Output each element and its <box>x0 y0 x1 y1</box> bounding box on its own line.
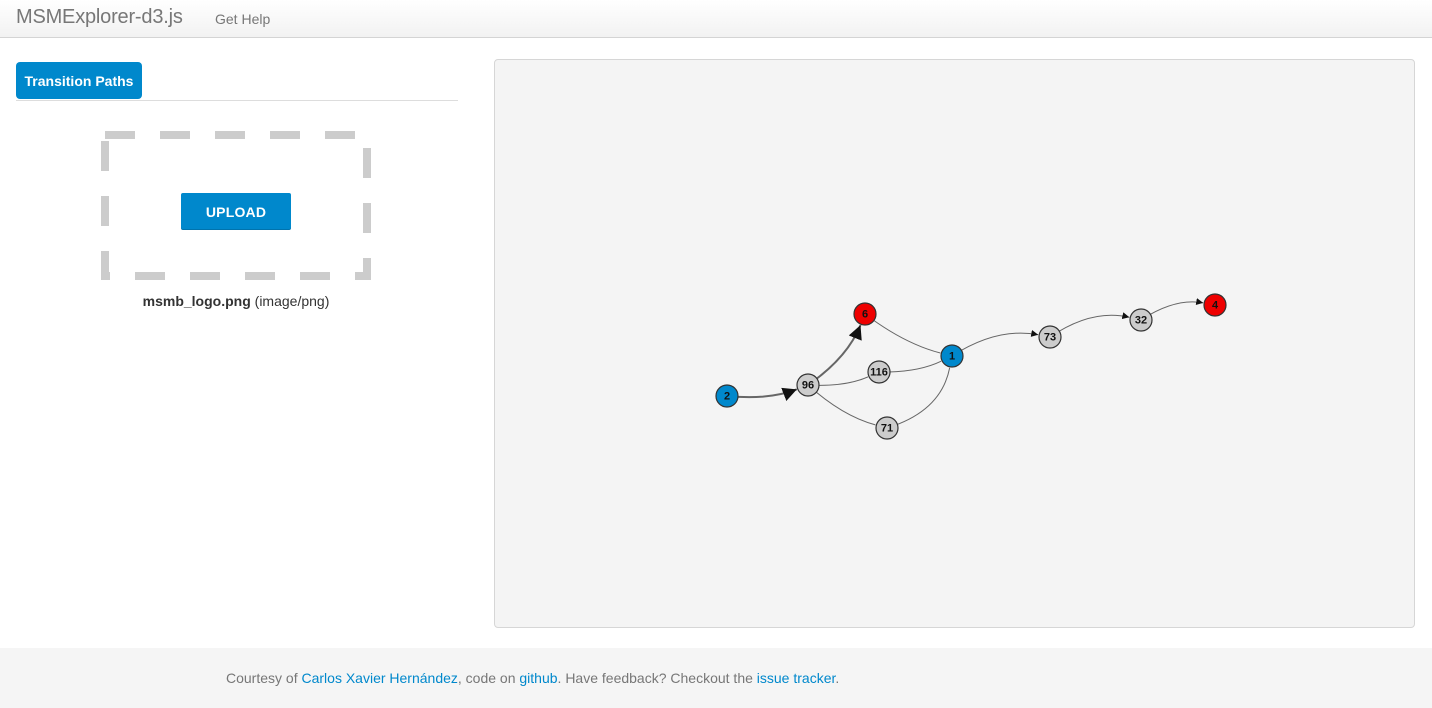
node-2[interactable]: 2 <box>715 384 739 408</box>
edge-6-1 <box>864 313 941 354</box>
node-116[interactable]: 116 <box>867 360 891 384</box>
node-label-96: 96 <box>802 380 814 392</box>
tab-bar-divider <box>16 100 458 101</box>
node-1[interactable]: 1 <box>940 344 964 368</box>
footer-mid2: . Have feedback? Checkout the <box>557 670 757 686</box>
graph-canvas[interactable]: 2 96 6 116 71 1 73 32 4 <box>494 59 1415 628</box>
author-link[interactable]: Carlos Xavier Hernández <box>301 670 457 686</box>
footer-text: Courtesy of Carlos Xavier Hernández, cod… <box>226 670 839 686</box>
footer-mid1: , code on <box>457 670 520 686</box>
node-label-1: 1 <box>949 351 955 363</box>
upload-button[interactable]: UPLOAD <box>181 193 291 230</box>
tab-transition-paths[interactable]: Transition Paths <box>16 62 142 99</box>
edge-96-71 <box>807 384 876 426</box>
node-32[interactable]: 32 <box>1129 308 1153 332</box>
file-info: msmb_logo.png (image/png) <box>101 293 371 309</box>
get-help-link[interactable]: Get Help <box>215 11 270 27</box>
brand-title[interactable]: MSMExplorer-d3.js <box>16 6 183 29</box>
navbar: MSMExplorer-d3.js Get Help <box>0 0 1432 38</box>
github-link[interactable]: github <box>519 670 557 686</box>
edge-96-6 <box>807 324 862 386</box>
edge-71-1 <box>886 367 951 429</box>
node-label-32: 32 <box>1135 315 1147 327</box>
node-73[interactable]: 73 <box>1038 325 1062 349</box>
edge-1-73 <box>951 329 1039 357</box>
node-label-4: 4 <box>1212 300 1219 312</box>
file-type: (image/png) <box>254 293 330 309</box>
transition-path-graph[interactable]: 2 96 6 116 71 1 73 32 4 <box>495 60 1414 627</box>
node-label-6: 6 <box>862 309 868 321</box>
footer-suffix: . <box>835 670 840 686</box>
node-6[interactable]: 6 <box>853 302 877 326</box>
issue-tracker-link[interactable]: issue tracker <box>757 670 836 686</box>
node-label-73: 73 <box>1044 332 1056 344</box>
footer: Courtesy of Carlos Xavier Hernández, cod… <box>0 648 1432 708</box>
node-label-116: 116 <box>870 367 888 379</box>
node-71[interactable]: 71 <box>875 416 899 440</box>
node-label-71: 71 <box>881 423 893 435</box>
edge-73-32 <box>1049 312 1130 338</box>
footer-prefix: Courtesy of <box>226 670 302 686</box>
node-4[interactable]: 4 <box>1203 293 1227 317</box>
node-96[interactable]: 96 <box>796 373 820 397</box>
node-label-2: 2 <box>724 391 730 403</box>
file-name: msmb_logo.png <box>142 293 251 309</box>
